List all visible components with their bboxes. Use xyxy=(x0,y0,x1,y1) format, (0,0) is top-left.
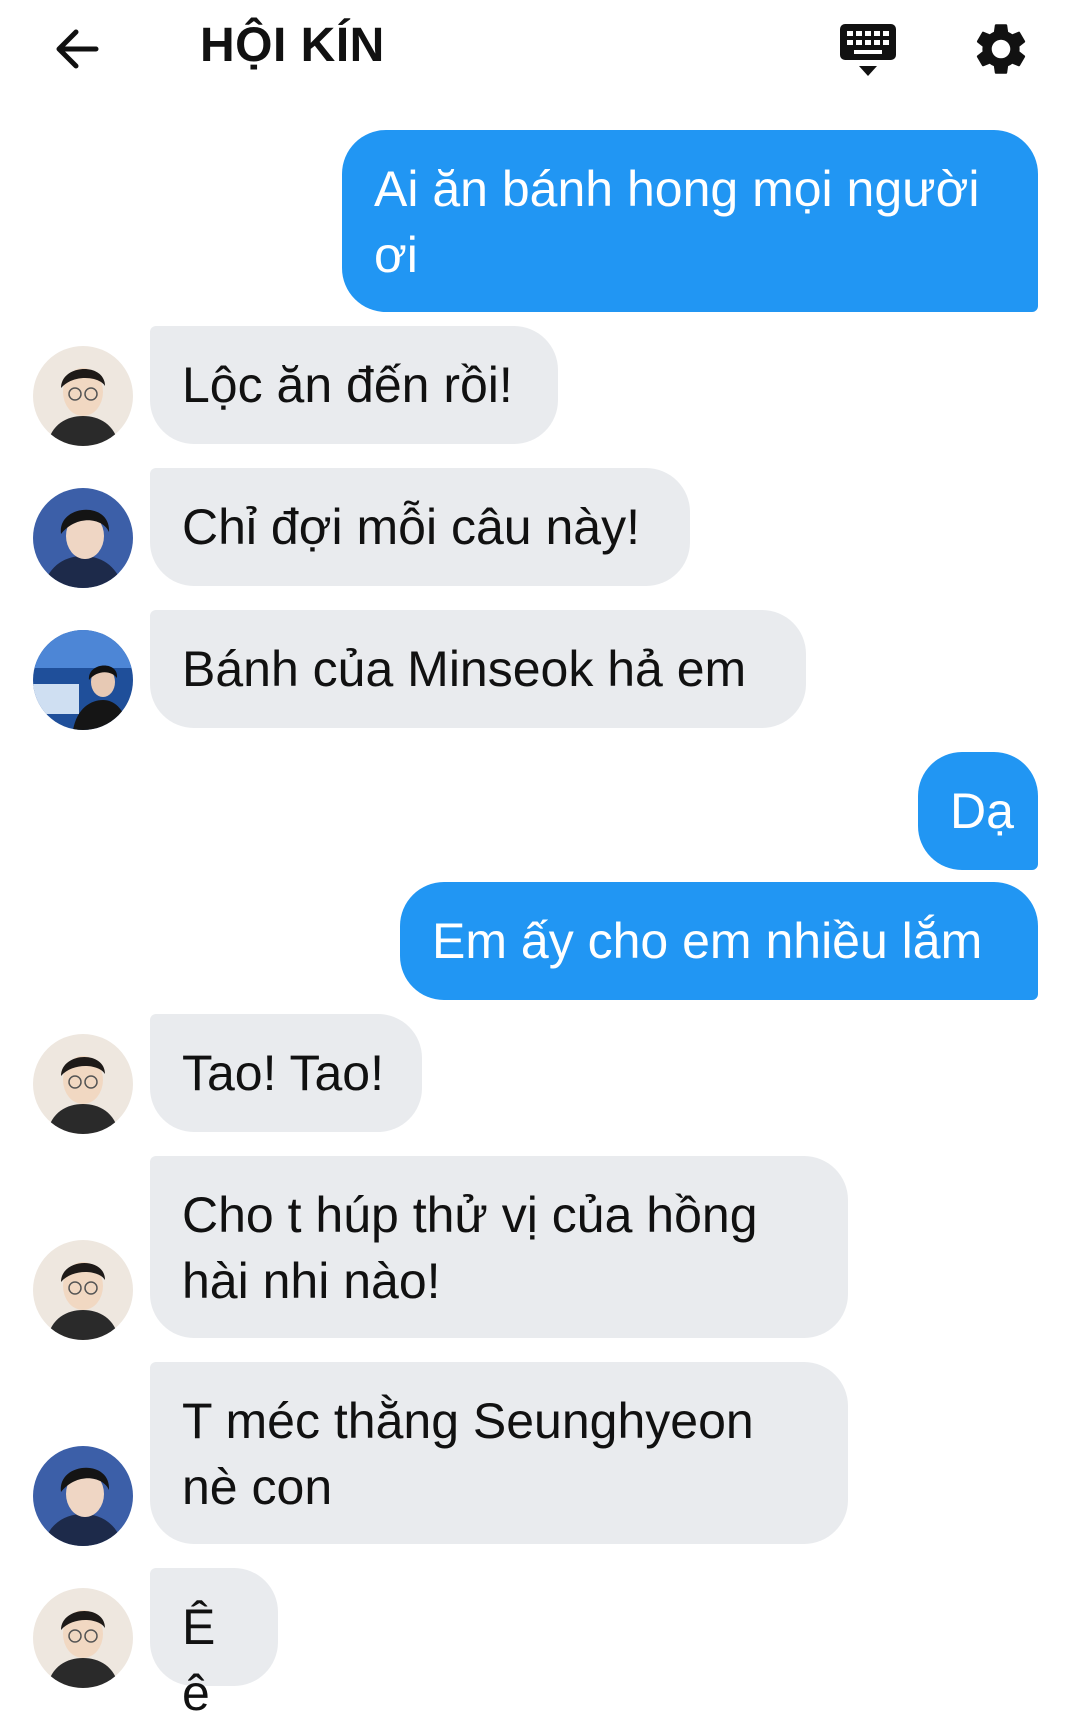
keyboard-icon xyxy=(840,24,896,76)
message-bubble-incoming[interactable]: Bánh của Minseok hả em xyxy=(150,610,806,728)
avatar[interactable] xyxy=(33,1446,133,1546)
message-bubble-incoming[interactable]: Cho t húp thử vị của hồng hài nhi nào! xyxy=(150,1156,848,1338)
keyboard-button[interactable] xyxy=(838,20,900,82)
message-bubble-incoming[interactable]: Ê ê xyxy=(150,1568,278,1721)
avatar[interactable] xyxy=(33,488,133,588)
message-bubble-outgoing[interactable]: Em ấy cho em nhiều lắm xyxy=(400,882,1038,1000)
chat-title: HỘI KÍN xyxy=(200,19,385,72)
message-bubble-incoming[interactable]: Chỉ đợi mỗi câu này! xyxy=(150,468,690,586)
avatar[interactable] xyxy=(33,1240,133,1340)
back-button[interactable] xyxy=(50,22,104,76)
chat-header: HỘI KÍN xyxy=(0,0,1080,100)
arrow-left-icon xyxy=(56,29,99,69)
message-bubble-incoming[interactable]: T méc thằng Seunghyeon nè con xyxy=(150,1362,848,1544)
avatar[interactable] xyxy=(33,630,133,730)
gear-icon xyxy=(976,24,1026,74)
settings-button[interactable] xyxy=(970,18,1032,80)
message-bubble-outgoing[interactable]: Ai ăn bánh hong mọi người ơi xyxy=(342,130,1038,312)
avatar[interactable] xyxy=(33,1588,133,1688)
message-bubble-incoming[interactable]: Lộc ăn đến rồi! xyxy=(150,326,558,444)
avatar[interactable] xyxy=(33,1034,133,1134)
avatar[interactable] xyxy=(33,346,133,446)
message-bubble-outgoing[interactable]: Dạ xyxy=(918,752,1038,870)
message-bubble-incoming[interactable]: Tao! Tao! xyxy=(150,1014,422,1132)
